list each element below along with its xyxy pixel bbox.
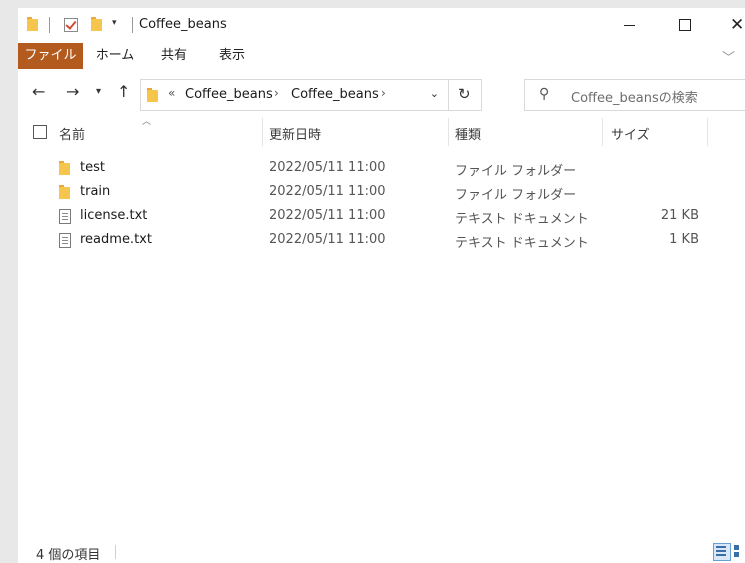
- refresh-icon: ↻: [458, 85, 471, 103]
- status-separator: [115, 545, 116, 559]
- list-item[interactable]: test 2022/05/11 11:00 ファイル フォルダー: [18, 156, 745, 180]
- file-type: ファイル フォルダー: [455, 164, 577, 179]
- maximize-icon: [679, 19, 691, 31]
- refresh-button[interactable]: ↻: [448, 80, 481, 110]
- file-type: テキスト ドキュメント: [455, 236, 589, 251]
- tab-file[interactable]: ファイル: [18, 43, 83, 69]
- select-all-checkbox[interactable]: [33, 125, 47, 139]
- status-bar: 4 個の項目: [18, 540, 745, 563]
- qat-dropdown-icon[interactable]: ▾: [112, 18, 117, 28]
- qat-separator: [49, 17, 50, 33]
- title-separator: [132, 17, 133, 33]
- folder-icon: [59, 161, 71, 175]
- column-date[interactable]: 更新日時: [269, 124, 321, 143]
- minimize-button[interactable]: [607, 8, 653, 42]
- column-divider[interactable]: [262, 118, 263, 146]
- tab-view[interactable]: 表示: [208, 43, 256, 69]
- file-type: テキスト ドキュメント: [455, 212, 589, 227]
- file-name: readme.txt: [80, 232, 152, 247]
- folder-icon: [27, 17, 38, 31]
- tab-share[interactable]: 共有: [150, 43, 198, 69]
- column-divider[interactable]: [707, 118, 708, 146]
- recent-locations-icon[interactable]: ▾: [96, 86, 101, 97]
- forward-arrow-icon[interactable]: →: [66, 82, 79, 101]
- chevron-right-icon[interactable]: ›: [381, 86, 386, 100]
- search-placeholder: Coffee_beansの検索: [571, 91, 698, 106]
- window-title: Coffee_beans: [139, 17, 227, 32]
- file-size: 1 KB: [669, 232, 699, 247]
- breadcrumb-item-current[interactable]: Coffee_beans: [291, 87, 379, 102]
- folder-icon: [147, 88, 158, 102]
- breadcrumb-overflow[interactable]: «: [168, 86, 175, 100]
- file-type: ファイル フォルダー: [455, 188, 577, 203]
- list-item[interactable]: license.txt 2022/05/11 11:00 テキスト ドキュメント…: [18, 204, 745, 228]
- ribbon-tabs: ファイル ホーム 共有 表示 ﹀: [18, 43, 745, 69]
- item-count: 4 個の項目: [36, 548, 101, 563]
- column-type[interactable]: 種類: [455, 124, 481, 143]
- file-name: train: [80, 184, 111, 199]
- minimize-icon: [624, 25, 635, 26]
- chevron-down-icon[interactable]: ⌄: [430, 87, 439, 100]
- close-icon: ✕: [730, 15, 745, 35]
- back-arrow-icon[interactable]: ←: [32, 82, 45, 101]
- large-icons-view-icon[interactable]: [734, 544, 744, 558]
- navigation-bar: ← → ▾ ↑ « Coffee_beans › Coffee_beans › …: [18, 76, 745, 112]
- column-divider[interactable]: [448, 118, 449, 146]
- file-date: 2022/05/11 11:00: [269, 208, 386, 223]
- file-date: 2022/05/11 11:00: [269, 184, 386, 199]
- folder-icon: [59, 185, 71, 199]
- file-date: 2022/05/11 11:00: [269, 160, 386, 175]
- file-name: license.txt: [80, 208, 148, 223]
- sort-ascending-icon: ︿: [142, 117, 152, 127]
- list-item[interactable]: train 2022/05/11 11:00 ファイル フォルダー: [18, 180, 745, 204]
- search-input[interactable]: ⚲ Coffee_beansの検索: [524, 79, 745, 111]
- expand-ribbon-icon[interactable]: ﹀: [722, 47, 735, 66]
- properties-icon[interactable]: [64, 18, 78, 32]
- column-header: ︿ 名前 更新日時 種類 サイズ: [18, 117, 745, 146]
- address-bar[interactable]: « Coffee_beans › Coffee_beans › ⌄ ↻: [140, 79, 482, 111]
- details-view-icon[interactable]: [713, 543, 731, 561]
- column-name[interactable]: 名前: [59, 124, 85, 143]
- list-item[interactable]: readme.txt 2022/05/11 11:00 テキスト ドキュメント …: [18, 228, 745, 252]
- new-folder-icon[interactable]: [91, 17, 102, 31]
- up-arrow-icon[interactable]: ↑: [117, 82, 130, 101]
- close-button[interactable]: ✕: [717, 8, 745, 42]
- column-divider[interactable]: [602, 118, 603, 146]
- tab-home[interactable]: ホーム: [88, 43, 142, 69]
- title-bar: ▾ Coffee_beans ✕: [18, 8, 745, 42]
- file-date: 2022/05/11 11:00: [269, 232, 386, 247]
- file-name: test: [80, 160, 105, 175]
- search-icon: ⚲: [539, 86, 550, 102]
- text-file-icon: [59, 233, 71, 248]
- breadcrumb-item[interactable]: Coffee_beans: [185, 87, 273, 102]
- column-size[interactable]: サイズ: [611, 124, 650, 143]
- file-size: 21 KB: [660, 208, 699, 223]
- explorer-window: ▾ Coffee_beans ✕ ファイル ホーム 共有 表示 ﹀ ← → ▾ …: [18, 8, 745, 563]
- text-file-icon: [59, 209, 71, 224]
- maximize-button[interactable]: [662, 8, 708, 42]
- chevron-right-icon[interactable]: ›: [274, 86, 279, 100]
